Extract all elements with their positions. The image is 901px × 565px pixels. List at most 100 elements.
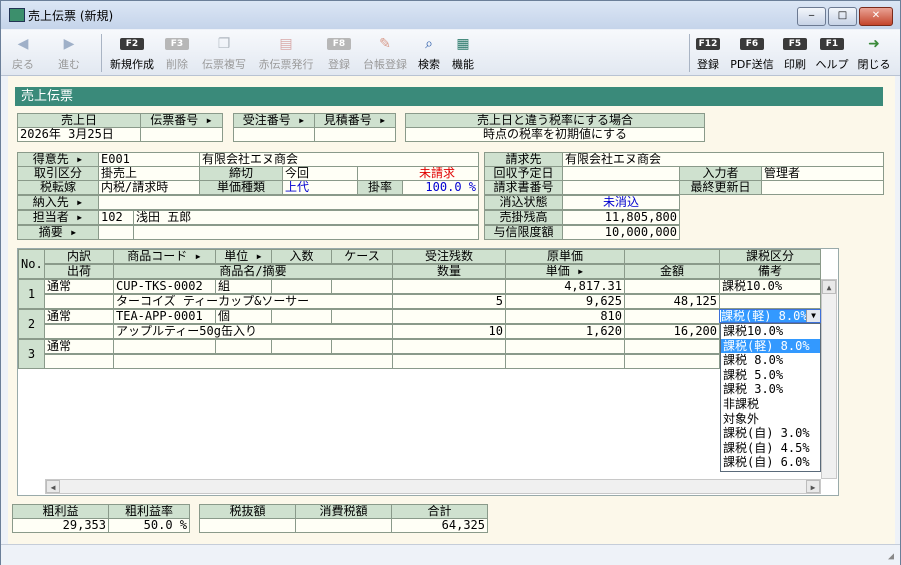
row-name-field[interactable] [113, 354, 393, 369]
print-button[interactable]: F5 印刷 [781, 32, 809, 74]
slip-no-label[interactable]: 伝票番号 ▸ [140, 113, 223, 128]
row-price-field[interactable]: 1,620 [505, 324, 625, 339]
order-no-field[interactable] [233, 127, 315, 142]
row-case-field[interactable] [331, 279, 393, 294]
row-qty-in-field[interactable] [271, 279, 332, 294]
row-amount-top [624, 309, 720, 324]
memo-label[interactable]: 摘要 ▸ [17, 225, 99, 240]
row-cost-field[interactable]: 4,817.31 [505, 279, 625, 294]
row-case-field[interactable] [331, 339, 393, 354]
row-price-field[interactable]: 9,625 [505, 294, 625, 309]
row-note-field[interactable] [719, 294, 821, 309]
trade-type-field[interactable]: 掛売上 [98, 166, 200, 181]
row-qty-field[interactable]: 10 [392, 324, 506, 339]
row-code-field[interactable] [113, 339, 216, 354]
delete-button[interactable]: F3 削除 [161, 32, 193, 74]
grid-col-code[interactable]: 商品コード ▸ [113, 249, 216, 264]
function-button[interactable]: ▦ 機能 [449, 32, 477, 74]
scroll-left-icon[interactable]: ◀ [46, 480, 60, 493]
tax-option[interactable]: 課税 5.0% [721, 368, 820, 383]
row-name-field[interactable]: アップルティー50g缶入り [113, 324, 393, 339]
search-button[interactable]: ⌕ 検索 [415, 32, 443, 74]
customer-label[interactable]: 得意先 ▸ [17, 152, 99, 167]
grid-col-price[interactable]: 単価 ▸ [505, 264, 625, 279]
ledger-button[interactable]: ✎ 台帳登録 [359, 32, 411, 74]
ship-to-field[interactable] [98, 195, 479, 210]
grid-col-unit[interactable]: 単位 ▸ [215, 249, 272, 264]
tax-shift-field[interactable]: 内税/請求時 [98, 180, 200, 195]
close-window-button[interactable]: ✕ [859, 7, 893, 26]
billto-name-field[interactable]: 有限会社エヌ商会 [562, 152, 884, 167]
tax-class-select[interactable]: 課税(軽) 8.0% ▼ [719, 309, 821, 323]
tax-option[interactable]: 課税(自) 3.0% [721, 426, 820, 441]
pdf-send-button[interactable]: F6 PDF送信 [728, 32, 776, 74]
tax-rate-option-value[interactable]: 時点の税率を初期値にする [405, 127, 705, 142]
memo-code-field[interactable] [98, 225, 134, 240]
minimize-button[interactable]: ‒ [797, 7, 826, 26]
back-button[interactable]: ◀ 戻る [7, 32, 39, 74]
staff-code-field[interactable]: 102 [98, 210, 134, 225]
tax-option[interactable]: 課税 3.0% [721, 382, 820, 397]
tax-option[interactable]: 課税(自) 4.5% [721, 441, 820, 456]
chevron-down-icon[interactable]: ▼ [806, 310, 820, 322]
help-button[interactable]: F1 ヘルプ [814, 32, 850, 74]
staff-label[interactable]: 担当者 ▸ [17, 210, 99, 225]
row-tax-field[interactable]: 課税10.0% [719, 279, 821, 294]
estimate-no-field[interactable] [314, 127, 396, 142]
horizontal-scrollbar[interactable] [45, 479, 821, 494]
new-button[interactable]: F2 新規作成 [107, 32, 157, 74]
ship-to-label[interactable]: 納入先 ▸ [17, 195, 99, 210]
forward-button[interactable]: ▶ 進む [53, 32, 85, 74]
closing-field[interactable]: 今回 [282, 166, 358, 181]
row-ship-field[interactable] [44, 294, 114, 309]
copy-slip-button[interactable]: ❐ 伝票複写 [198, 32, 250, 74]
estimate-no-label[interactable]: 見積番号 ▸ [314, 113, 396, 128]
grid-col-tax: 課税区分 [719, 249, 821, 264]
tax-option[interactable]: 課税10.0% [721, 324, 820, 339]
sales-date-field[interactable]: 2026年 3月25日 [17, 127, 141, 142]
row-unit-field[interactable]: 組 [215, 279, 272, 294]
row-cost-field[interactable] [505, 339, 625, 354]
resize-grip-icon[interactable]: ◢ [888, 551, 894, 562]
tax-option[interactable]: 課税(自) 6.0% [721, 455, 820, 470]
collect-date-field[interactable] [562, 166, 680, 181]
toolbar: ◀ 戻る ▶ 進む F2 新規作成 F3 削除 ❐ 伝票複写 ▤ 赤伝票発行 F… [1, 30, 900, 76]
row-unit-field[interactable] [215, 339, 272, 354]
scroll-up-icon[interactable]: ▲ [822, 280, 836, 294]
row-detail-field[interactable]: 通常 [44, 339, 114, 354]
maximize-button[interactable]: □ [828, 7, 857, 26]
slip-no-field[interactable] [140, 127, 223, 142]
tax-option[interactable]: 対象外 [721, 412, 820, 427]
row-qty-field[interactable]: 5 [392, 294, 506, 309]
row-name-field[interactable]: ターコイズ ティーカップ&ソーサー [113, 294, 393, 309]
title-bar: 売上伝票 (新規) ‒ □ ✕ [1, 1, 900, 29]
save-button[interactable]: F12 登録 [694, 32, 722, 74]
row-unit-field[interactable]: 個 [215, 309, 272, 324]
issue-button[interactable]: F8 登録 [323, 32, 355, 74]
tax-option[interactable]: 課税 8.0% [721, 353, 820, 368]
tax-option[interactable]: 非課税 [721, 397, 820, 412]
customer-code-field[interactable]: E001 [98, 152, 200, 167]
row-code-field[interactable]: CUP-TKS-0002 [113, 279, 216, 294]
row-ship-field[interactable] [44, 354, 114, 369]
row-detail-field[interactable]: 通常 [44, 279, 114, 294]
price-type-field[interactable]: 上代 [282, 180, 358, 195]
order-no-label[interactable]: 受注番号 ▸ [233, 113, 315, 128]
rate-field[interactable]: 100.0 % [402, 180, 479, 195]
customer-name-field[interactable]: 有限会社エヌ商会 [199, 152, 479, 167]
row-case-field[interactable] [331, 309, 393, 324]
row-detail-field[interactable]: 通常 [44, 309, 114, 324]
row-cost-field[interactable]: 810 [505, 309, 625, 324]
scroll-right-icon[interactable]: ▶ [806, 480, 820, 493]
row-ship-field[interactable] [44, 324, 114, 339]
row-qty-in-field[interactable] [271, 339, 332, 354]
row-code-field[interactable]: TEA-APP-0001 [113, 309, 216, 324]
vertical-scrollbar[interactable] [821, 279, 837, 479]
row-qty-field[interactable] [392, 354, 506, 369]
red-slip-button[interactable]: ▤ 赤伝票発行 [255, 32, 317, 74]
row-price-field[interactable] [505, 354, 625, 369]
row-qty-in-field[interactable] [271, 309, 332, 324]
close-button[interactable]: ➜ 閉じる [854, 32, 894, 74]
memo-field[interactable] [133, 225, 479, 240]
tax-option-selected[interactable]: 課税(軽) 8.0% [721, 338, 820, 354]
